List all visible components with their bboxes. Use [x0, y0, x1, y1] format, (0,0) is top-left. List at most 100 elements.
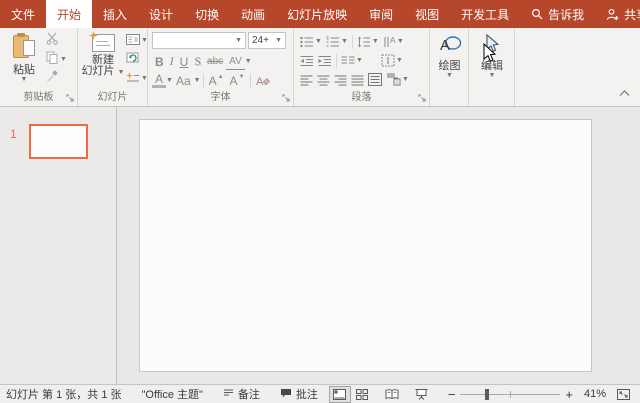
- comments-button[interactable]: 批注: [270, 386, 328, 402]
- text-shadow-button[interactable]: S: [191, 53, 204, 70]
- align-center-button[interactable]: [315, 71, 332, 88]
- font-size-value: 24+: [252, 35, 269, 46]
- slide-sorter-view-button[interactable]: [351, 386, 373, 403]
- font-size-combobox[interactable]: 24+ ▼: [248, 32, 286, 49]
- convert-to-smartart-button[interactable]: ▼: [384, 71, 411, 88]
- paragraph-dialog-launcher[interactable]: [417, 94, 427, 104]
- bold-button[interactable]: B: [152, 53, 167, 70]
- tab-developer[interactable]: 开发工具: [450, 0, 520, 28]
- align-text-icon: [381, 54, 395, 67]
- italic-button[interactable]: I: [167, 53, 177, 70]
- notes-label: 备注: [238, 386, 260, 402]
- clear-formatting-button[interactable]: A: [253, 72, 273, 89]
- decrease-indent-button[interactable]: [298, 52, 316, 69]
- tab-transitions[interactable]: 切换: [184, 0, 230, 28]
- reading-view-icon: [385, 389, 399, 400]
- font-name-dropdown-arrow: ▼: [235, 38, 242, 44]
- notes-button[interactable]: 备注: [213, 386, 270, 402]
- align-right-button[interactable]: [332, 71, 349, 88]
- strikethrough-button[interactable]: abc: [204, 53, 226, 70]
- slide-layout-icon: [126, 32, 140, 50]
- font-group-label: 字体: [211, 92, 231, 103]
- zoom-slider[interactable]: [460, 389, 560, 400]
- slide-thumbnail-1[interactable]: [29, 124, 88, 159]
- group-slides: 新建 幻灯片 ▼ ▼: [78, 28, 148, 106]
- font-dialog-launcher[interactable]: [281, 94, 291, 104]
- tell-me-button[interactable]: 告诉我: [520, 0, 595, 28]
- align-text-button[interactable]: ▼: [379, 52, 405, 69]
- drawing-button[interactable]: A 绘图 ▼: [434, 31, 465, 91]
- tab-file[interactable]: 文件: [0, 0, 46, 28]
- format-painter-button[interactable]: [44, 69, 69, 88]
- tab-insert[interactable]: 插入: [92, 0, 138, 28]
- section-button[interactable]: ▼: [124, 69, 150, 88]
- collapse-ribbon-button[interactable]: [619, 84, 630, 102]
- paragraph-group-label: 段落: [352, 92, 372, 103]
- ribbon: 粘贴 ▼ ▼: [0, 28, 640, 107]
- justify-button[interactable]: [349, 71, 366, 88]
- share-person-icon: [606, 8, 619, 21]
- align-left-button[interactable]: [298, 71, 315, 88]
- zoom-percentage[interactable]: 41%: [578, 388, 612, 400]
- powerpoint-window: 文件 开始 插入 设计 切换 动画 幻灯片放映 审阅 视图 开发工具 告诉我 共…: [0, 0, 640, 403]
- drawing-icon: A: [438, 33, 462, 55]
- svg-text:A: A: [390, 36, 396, 45]
- clipboard-dialog-launcher[interactable]: [65, 94, 75, 104]
- share-button[interactable]: 共享(S): [595, 0, 640, 28]
- group-paragraph: ▼ ▼ ▼ A ▼: [294, 28, 430, 106]
- new-slide-label-line2: 幻灯片 ▼: [82, 66, 125, 77]
- reading-view-button[interactable]: [381, 386, 403, 403]
- paste-icon: [13, 33, 35, 59]
- change-case-button[interactable]: Aa: [173, 72, 194, 89]
- copy-icon: [46, 51, 59, 69]
- copy-button[interactable]: ▼: [44, 50, 69, 69]
- tab-review[interactable]: 审阅: [358, 0, 404, 28]
- normal-view-button[interactable]: [329, 386, 351, 403]
- slide-thumbnail-panel: 1: [0, 107, 117, 384]
- shrink-font-button[interactable]: A▼: [227, 72, 248, 89]
- svg-text:A: A: [440, 37, 450, 54]
- layout-button[interactable]: ▼: [124, 31, 150, 50]
- line-spacing-icon: [357, 36, 371, 48]
- zoom-slider-thumb[interactable]: [485, 389, 489, 400]
- slide-show-button[interactable]: [411, 386, 433, 403]
- fit-slide-to-window-button[interactable]: [612, 386, 634, 403]
- grow-font-button[interactable]: A▲: [206, 72, 227, 89]
- drawing-dropdown-arrow: ▼: [446, 73, 453, 79]
- scissors-icon: [46, 32, 59, 50]
- text-direction-button[interactable]: A ▼: [381, 33, 406, 50]
- slide-canvas[interactable]: [139, 119, 592, 372]
- zoom-out-button[interactable]: −: [443, 387, 461, 402]
- cut-button[interactable]: [44, 31, 69, 50]
- text-direction-icon: A: [383, 36, 396, 48]
- character-spacing-button[interactable]: AV: [226, 53, 245, 70]
- notes-icon: [223, 388, 234, 400]
- group-drawing: A 绘图 ▼: [430, 28, 469, 106]
- tab-slideshow[interactable]: 幻灯片放映: [276, 0, 358, 28]
- smartart-icon: [386, 73, 401, 86]
- font-name-combobox[interactable]: ▼: [152, 32, 246, 49]
- slides-group-label: 幻灯片: [98, 92, 128, 103]
- tab-design[interactable]: 设计: [138, 0, 184, 28]
- numbering-button[interactable]: ▼: [324, 33, 350, 50]
- status-bar: 幻灯片 第 1 张，共 1 张 "Office 主题" 备注 批注: [0, 384, 640, 403]
- distribute-columns-button[interactable]: [366, 71, 384, 88]
- tab-view[interactable]: 视图: [404, 0, 450, 28]
- editing-button[interactable]: 编辑 ▼: [473, 31, 511, 91]
- theme-name[interactable]: "Office 主题": [132, 386, 213, 402]
- underline-button[interactable]: U: [177, 53, 192, 70]
- tab-animations[interactable]: 动画: [230, 0, 276, 28]
- zoom-in-button[interactable]: +: [560, 387, 578, 402]
- comment-icon: [280, 388, 292, 401]
- clipboard-group-label: 剪贴板: [24, 92, 54, 103]
- paste-button[interactable]: 粘贴 ▼: [4, 31, 44, 91]
- columns-button[interactable]: ▼: [339, 52, 365, 69]
- new-slide-button[interactable]: 新建 幻灯片 ▼: [82, 31, 124, 91]
- bullets-icon: [300, 36, 314, 48]
- increase-indent-button[interactable]: [316, 52, 334, 69]
- line-spacing-button[interactable]: ▼: [355, 33, 381, 50]
- reset-slide-button[interactable]: [124, 50, 150, 69]
- font-color-button[interactable]: A: [152, 73, 166, 88]
- tab-home[interactable]: 开始: [46, 0, 92, 28]
- bullets-button[interactable]: ▼: [298, 33, 324, 50]
